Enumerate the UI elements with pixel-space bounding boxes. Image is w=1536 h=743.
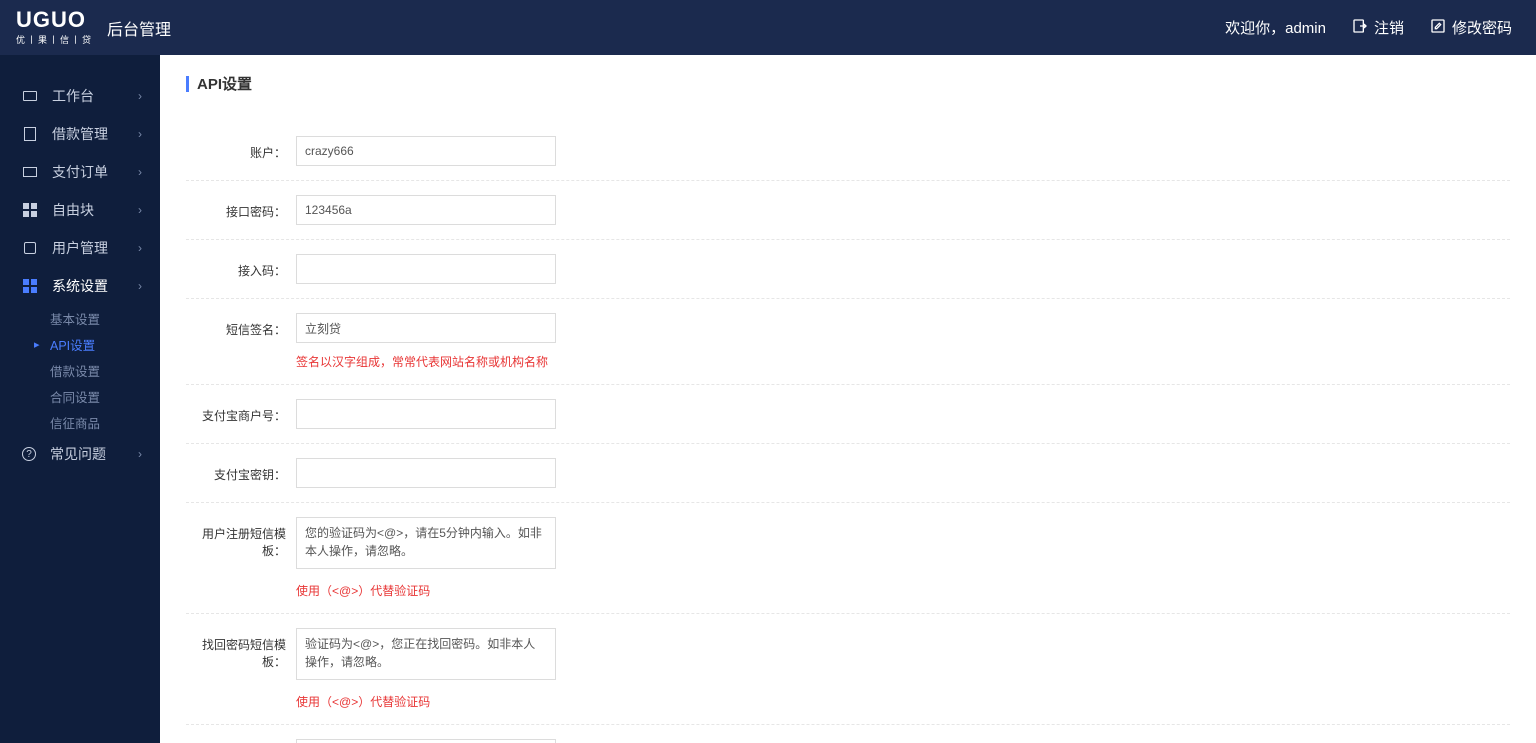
findpw-sms-textarea[interactable] (296, 628, 556, 680)
logout-label: 注销 (1374, 17, 1404, 38)
row-alipay-key: 支付宝密钥： (186, 444, 1510, 503)
logo-area: UԌUO 优丨果丨信丨贷 后台管理 (16, 9, 171, 46)
brand-sub: 优丨果丨信丨贷 (16, 33, 93, 46)
sidebar-item-label: 支付订单 (52, 162, 108, 182)
row-account: 账户： (186, 122, 1510, 181)
chevron-right-icon: › (138, 89, 142, 103)
findpw-sms-hint: 使用（<@>）代替验证码 (296, 693, 1510, 710)
sidebar-sub-loan-settings[interactable]: 借款设置 (0, 357, 160, 383)
row-reg-sms: 用户注册短信模板： 使用（<@>）代替验证码 (186, 503, 1510, 614)
change-password-button[interactable]: 修改密码 (1430, 17, 1512, 38)
sidebar-item-label: 借款管理 (52, 124, 108, 144)
alipay-key-label: 支付宝密钥： (186, 458, 286, 483)
sidebar-sub-label: API设置 (50, 335, 95, 354)
sidebar-sub-label: 信征商品 (50, 413, 100, 432)
edit-icon (1430, 18, 1446, 38)
chevron-right-icon: › (138, 241, 142, 255)
welcome-text: 欢迎你，admin (1225, 17, 1326, 38)
account-input[interactable] (296, 136, 556, 166)
sidebar-sub-credit-goods[interactable]: 信征商品 (0, 409, 160, 435)
row-findpw-sms: 找回密码短信模板： 使用（<@>）代替验证码 (186, 614, 1510, 725)
sidebar-item-user-manage[interactable]: 用户管理 › (0, 229, 160, 267)
row-access-code: 接入码： (186, 240, 1510, 299)
row-api-password: 接口密码： (186, 181, 1510, 240)
sidebar-item-label: 自由块 (52, 200, 94, 220)
sidebar-item-label: 工作台 (52, 86, 94, 106)
sms-sign-label: 短信签名： (186, 313, 286, 338)
main-content: API设置 账户： 接口密码： 接入码： 短信签名： 签名以汉字组成，常常代表网… (160, 55, 1536, 743)
api-password-input[interactable] (296, 195, 556, 225)
sidebar-sub-basic-settings[interactable]: 基本设置 (0, 305, 160, 331)
row-approved-sms: 资料通过短信模板： 网站名称使用（<@sitename@>）代替，信用额度使用（… (186, 725, 1510, 743)
chevron-right-icon: › (138, 165, 142, 179)
sidebar-item-loan-manage[interactable]: 借款管理 › (0, 115, 160, 153)
sidebar-sub-label: 借款设置 (50, 361, 100, 380)
settings-icon (22, 278, 38, 294)
api-password-label: 接口密码： (186, 195, 286, 220)
approved-sms-textarea[interactable] (296, 739, 556, 743)
reg-sms-textarea[interactable] (296, 517, 556, 569)
monitor-icon (22, 88, 38, 104)
card-icon (22, 164, 38, 180)
access-code-input[interactable] (296, 254, 556, 284)
alipay-merchant-label: 支付宝商户号： (186, 399, 286, 424)
approved-sms-label: 资料通过短信模板： (186, 739, 286, 743)
sidebar-sub-label: 合同设置 (50, 387, 100, 406)
access-code-label: 接入码： (186, 254, 286, 279)
alipay-merchant-input[interactable] (296, 399, 556, 429)
header: UԌUO 优丨果丨信丨贷 后台管理 欢迎你，admin 注销 修改密码 (0, 0, 1536, 55)
brand-title: 后台管理 (107, 16, 171, 40)
sms-sign-input[interactable] (296, 313, 556, 343)
money-icon (22, 126, 38, 142)
change-password-label: 修改密码 (1452, 17, 1512, 38)
question-icon: ? (22, 447, 36, 461)
sidebar-item-dashboard[interactable]: 工作台 › (0, 77, 160, 115)
row-sms-sign: 短信签名： 签名以汉字组成，常常代表网站名称或机构名称 (186, 299, 1510, 385)
sidebar: 工作台 › 借款管理 › 支付订单 › 自由块 › 用户管理 › 系统设置 › (0, 55, 160, 743)
body-wrap: 工作台 › 借款管理 › 支付订单 › 自由块 › 用户管理 › 系统设置 › (0, 55, 1536, 743)
chevron-right-icon: › (138, 279, 142, 293)
page-title: API设置 (197, 73, 252, 94)
header-right: 欢迎你，admin 注销 修改密码 (1225, 17, 1512, 38)
reg-sms-hint: 使用（<@>）代替验证码 (296, 582, 1510, 599)
findpw-sms-label: 找回密码短信模板： (186, 628, 286, 670)
sms-sign-hint: 签名以汉字组成，常常代表网站名称或机构名称 (296, 353, 1510, 370)
account-label: 账户： (186, 136, 286, 161)
brand-main: UԌUO (16, 9, 93, 31)
logo-block: UԌUO 优丨果丨信丨贷 (16, 9, 93, 46)
sidebar-item-label: 系统设置 (52, 276, 108, 296)
chevron-right-icon: › (138, 203, 142, 217)
row-alipay-merchant: 支付宝商户号： (186, 385, 1510, 444)
sidebar-item-label: 用户管理 (52, 238, 108, 258)
main-inner: API设置 账户： 接口密码： 接入码： 短信签名： 签名以汉字组成，常常代表网… (160, 55, 1536, 743)
reg-sms-label: 用户注册短信模板： (186, 517, 286, 559)
sidebar-item-free-block[interactable]: 自由块 › (0, 191, 160, 229)
title-bar-icon (186, 76, 189, 92)
sidebar-sub-contract-settings[interactable]: 合同设置 (0, 383, 160, 409)
sidebar-sub-api-settings[interactable]: API设置 (0, 331, 160, 357)
logout-button[interactable]: 注销 (1352, 17, 1404, 38)
users-icon (22, 240, 38, 256)
grid-icon (22, 202, 38, 218)
sidebar-item-pay-order[interactable]: 支付订单 › (0, 153, 160, 191)
chevron-right-icon: › (138, 447, 142, 461)
alipay-key-input[interactable] (296, 458, 556, 488)
sidebar-sub-label: 基本设置 (50, 309, 100, 328)
sidebar-item-faq[interactable]: ? 常见问题 › (0, 435, 160, 473)
sidebar-item-label: 常见问题 (50, 444, 106, 464)
chevron-right-icon: › (138, 127, 142, 141)
sidebar-item-system-settings[interactable]: 系统设置 › (0, 267, 160, 305)
page-title-wrap: API设置 (186, 73, 1510, 94)
logout-icon (1352, 18, 1368, 38)
